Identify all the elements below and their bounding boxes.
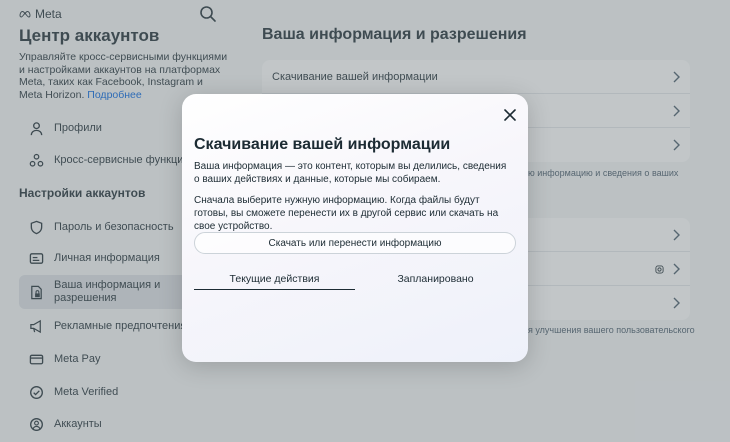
download-or-transfer-button[interactable]: Скачать или перенести информацию: [194, 232, 516, 254]
close-button[interactable]: [502, 107, 518, 123]
dialog-instructions: Сначала выберите нужную информацию. Когд…: [194, 195, 499, 232]
tab-scheduled[interactable]: Запланировано: [355, 268, 516, 290]
close-icon: [504, 109, 516, 121]
dialog-title: Скачивание вашей информации: [194, 136, 451, 153]
download-info-dialog: Скачивание вашей информации Ваша информа…: [182, 94, 528, 362]
dialog-description: Ваша информация — это контент, которым в…: [194, 161, 507, 185]
tab-current-activity[interactable]: Текущие действия: [194, 268, 355, 290]
dialog-tabs: Текущие действия Запланировано: [194, 268, 516, 290]
